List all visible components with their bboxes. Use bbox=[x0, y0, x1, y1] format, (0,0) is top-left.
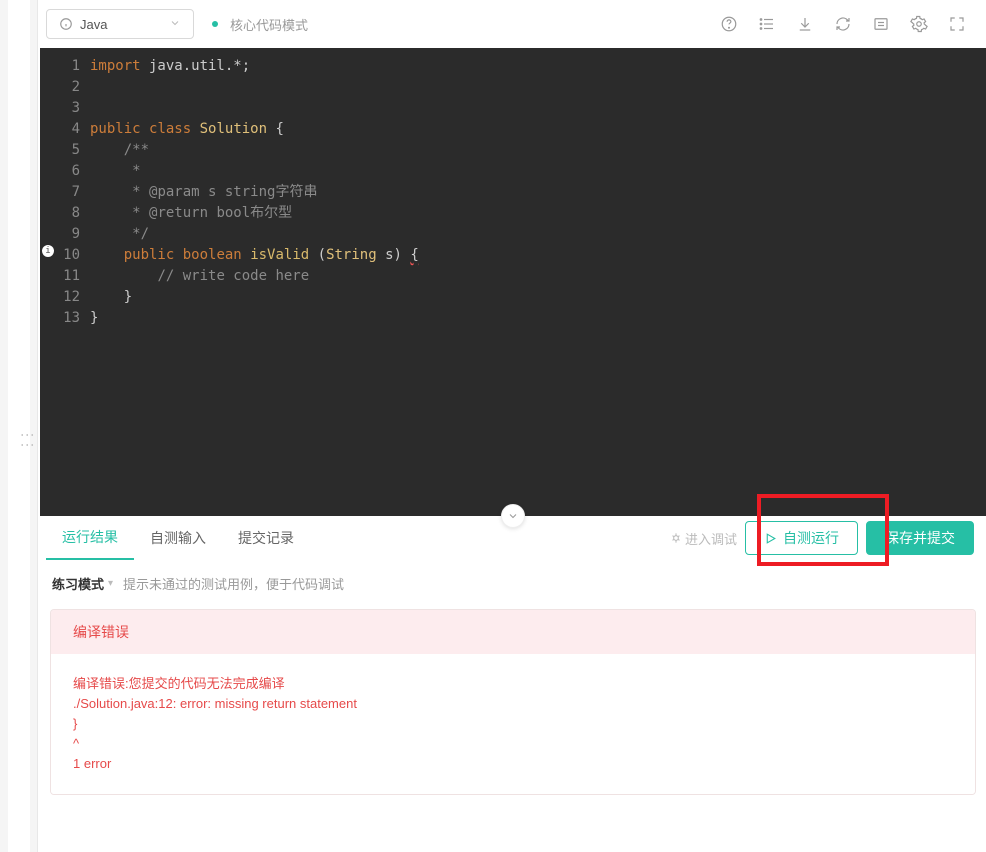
practice-mode-hint: 提示未通过的测试用例，便于代码调试 bbox=[123, 574, 344, 593]
code-line: /** bbox=[90, 140, 986, 161]
line-number: 13 bbox=[40, 308, 80, 329]
line-number: 4 bbox=[40, 119, 80, 140]
result-tabs: 运行结果自测输入提交记录 bbox=[46, 516, 310, 560]
mode-label: 核心代码模式 bbox=[230, 15, 308, 34]
fold-handle-icon[interactable] bbox=[501, 504, 525, 528]
notes-icon[interactable] bbox=[868, 11, 894, 37]
code-line: */ bbox=[90, 224, 986, 245]
code-editor[interactable]: i 12345678910111213 import java.util.*; … bbox=[40, 48, 986, 516]
practice-mode-row: 练习模式 ▾ 提示未通过的测试用例，便于代码调试 bbox=[50, 570, 976, 597]
breakpoint-hint-icon[interactable]: i bbox=[42, 245, 54, 257]
code-line: } bbox=[90, 287, 986, 308]
result-body: 练习模式 ▾ 提示未通过的测试用例，便于代码调试 编译错误 编译错误:您提交的代… bbox=[40, 560, 986, 795]
run-button-label: 自测运行 bbox=[783, 528, 839, 548]
fullscreen-icon[interactable] bbox=[944, 11, 970, 37]
line-number: 9 bbox=[40, 224, 80, 245]
line-number: 2 bbox=[40, 77, 80, 98]
mode-dot-icon bbox=[212, 21, 218, 27]
chevron-down-icon bbox=[169, 17, 181, 32]
line-number: 12 bbox=[40, 287, 80, 308]
line-number: 5 bbox=[40, 140, 80, 161]
tab-result[interactable]: 运行结果 bbox=[46, 516, 134, 560]
code-line: public boolean isValid (String s) { bbox=[90, 245, 986, 266]
download-icon[interactable] bbox=[792, 11, 818, 37]
caret-down-icon[interactable]: ▾ bbox=[108, 578, 113, 589]
language-select[interactable]: Java bbox=[46, 9, 194, 39]
language-select-label: Java bbox=[80, 17, 107, 32]
code-line: import java.util.*; bbox=[90, 56, 986, 77]
code-line: // write code here bbox=[90, 266, 986, 287]
code-line: * @return bool布尔型 bbox=[90, 203, 986, 224]
line-number: 1 bbox=[40, 56, 80, 77]
code-line bbox=[90, 98, 986, 119]
code-line: * @param s string字符串 bbox=[90, 182, 986, 203]
error-panel-body: 编译错误:您提交的代码无法完成编译 ./Solution.java:12: er… bbox=[51, 654, 975, 794]
left-rail-inner bbox=[8, 0, 30, 852]
settings-icon[interactable] bbox=[906, 11, 932, 37]
code-line: * bbox=[90, 161, 986, 182]
list-icon[interactable] bbox=[754, 11, 780, 37]
submit-button-label: 保存并提交 bbox=[885, 528, 955, 548]
code-line bbox=[90, 77, 986, 98]
line-number: 11 bbox=[40, 266, 80, 287]
line-number: 7 bbox=[40, 182, 80, 203]
tab-history[interactable]: 提交记录 bbox=[222, 516, 310, 560]
editor-content[interactable]: import java.util.*; public class Solutio… bbox=[90, 48, 986, 516]
code-line: } bbox=[90, 308, 986, 329]
toolbar: Java 核心代码模式 bbox=[40, 0, 986, 48]
line-number: 8 bbox=[40, 203, 80, 224]
main-area: Java 核心代码模式 i 123 bbox=[40, 0, 986, 852]
help-icon[interactable] bbox=[716, 11, 742, 37]
line-number: 6 bbox=[40, 161, 80, 182]
debug-link-label: 进入调试 bbox=[685, 529, 737, 548]
tab-input[interactable]: 自测输入 bbox=[134, 516, 222, 560]
info-circle-icon bbox=[59, 17, 73, 31]
code-line: public class Solution { bbox=[90, 119, 986, 140]
refresh-icon[interactable] bbox=[830, 11, 856, 37]
debug-link[interactable]: 进入调试 bbox=[669, 529, 737, 548]
error-panel-title: 编译错误 bbox=[51, 610, 975, 654]
compile-error-panel: 编译错误 编译错误:您提交的代码无法完成编译 ./Solution.java:1… bbox=[50, 609, 976, 795]
self-test-run-button[interactable]: 自测运行 bbox=[745, 521, 858, 555]
drag-handle-icon[interactable]: ⋮⋮ bbox=[20, 428, 36, 448]
save-submit-button[interactable]: 保存并提交 bbox=[866, 521, 974, 555]
editor-gutter: i 12345678910111213 bbox=[40, 48, 90, 516]
practice-mode-title: 练习模式 bbox=[52, 574, 104, 593]
left-rail: ⋮⋮ bbox=[0, 0, 38, 852]
line-number: 3 bbox=[40, 98, 80, 119]
